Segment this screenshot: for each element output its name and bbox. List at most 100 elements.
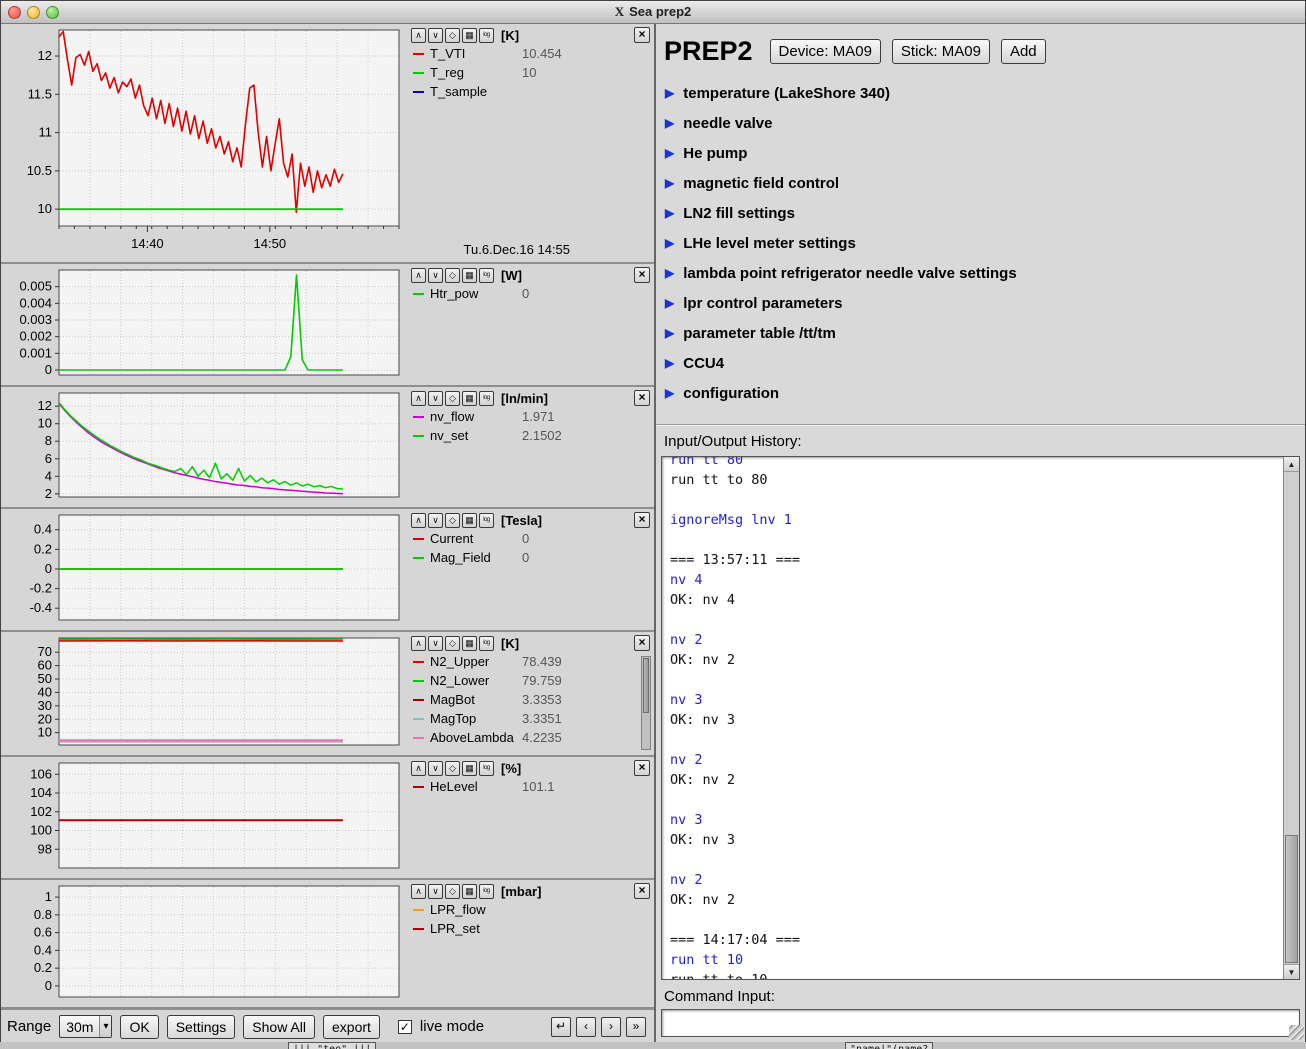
ok-button[interactable]: OK [120, 1015, 158, 1039]
legend-scrollbar-thumb[interactable] [643, 658, 649, 713]
log-scale-button[interactable]: log [479, 391, 494, 406]
pan-up-button[interactable]: ∧ [411, 513, 426, 528]
add-button[interactable]: Add [1001, 39, 1046, 64]
refresh-button[interactable]: ↵ [551, 1017, 571, 1037]
tree-item-10[interactable]: ▶configuration [665, 378, 1305, 408]
expand-arrow-icon[interactable]: ▶ [665, 146, 674, 160]
tree-item-6[interactable]: ▶lambda point refrigerator needle valve … [665, 258, 1305, 288]
expand-arrow-icon[interactable]: ▶ [665, 386, 674, 400]
expand-arrow-icon[interactable]: ▶ [665, 236, 674, 250]
zoom-button[interactable]: ▦ [462, 391, 477, 406]
autoscale-button[interactable]: ◇ [445, 513, 460, 528]
tree-item-2[interactable]: ▶He pump [665, 138, 1305, 168]
zoom-button[interactable]: ▦ [462, 28, 477, 43]
pan-down-button[interactable]: ∨ [428, 636, 443, 651]
pan-down-button[interactable]: ∨ [428, 28, 443, 43]
series-name: T_sample [430, 84, 522, 99]
pan-down-button[interactable]: ∨ [428, 761, 443, 776]
tree-item-8[interactable]: ▶parameter table /tt/tm [665, 318, 1305, 348]
zoom-button[interactable]: ▦ [462, 636, 477, 651]
live-mode-checkbox[interactable]: ✓ [398, 1020, 412, 1034]
svg-text:104: 104 [30, 785, 52, 800]
close-chart-button[interactable]: × [634, 760, 650, 776]
tree-item-1[interactable]: ▶needle valve [665, 108, 1305, 138]
pan-up-button[interactable]: ∧ [411, 28, 426, 43]
export-button[interactable]: export [323, 1015, 380, 1039]
close-chart-button[interactable]: × [634, 267, 650, 283]
scroll-down-icon[interactable]: ▼ [1284, 964, 1299, 979]
autoscale-button[interactable]: ◇ [445, 761, 460, 776]
stick-button[interactable]: Stick: MA09 [892, 39, 990, 64]
zoom-button[interactable]: ▦ [462, 268, 477, 283]
autoscale-button[interactable]: ◇ [445, 391, 460, 406]
scroll-up-icon[interactable]: ▲ [1284, 457, 1299, 472]
close-chart-button[interactable]: × [634, 635, 650, 651]
page-end-button[interactable]: » [626, 1017, 646, 1037]
pan-down-button[interactable]: ∨ [428, 268, 443, 283]
scrollbar-thumb[interactable] [1285, 835, 1298, 963]
pan-down-button[interactable]: ∨ [428, 391, 443, 406]
page-left-button[interactable]: ‹ [576, 1017, 596, 1037]
pan-up-button[interactable]: ∧ [411, 268, 426, 283]
close-chart-button[interactable]: × [634, 27, 650, 43]
series-name: AboveLambda [430, 730, 522, 745]
close-chart-button[interactable]: × [634, 390, 650, 406]
log-scale-button[interactable]: log [479, 636, 494, 651]
scrollbar-track[interactable] [1284, 472, 1299, 964]
autoscale-button[interactable]: ◇ [445, 884, 460, 899]
background-windows-strip: ||| "teo" ||| "name|"(name? [0, 1042, 1306, 1049]
pan-down-button[interactable]: ∨ [428, 513, 443, 528]
pan-up-button[interactable]: ∧ [411, 391, 426, 406]
range-dropdown[interactable]: 30m▾ [59, 1015, 112, 1038]
expand-arrow-icon[interactable]: ▶ [665, 116, 674, 130]
zoom-button[interactable]: ▦ [462, 884, 477, 899]
pan-down-button[interactable]: ∨ [428, 884, 443, 899]
console-scrollbar[interactable]: ▲ ▼ [1283, 457, 1299, 979]
autoscale-button[interactable]: ◇ [445, 268, 460, 283]
log-scale-button[interactable]: log [479, 884, 494, 899]
series-value: 3.3353 [522, 692, 562, 707]
legend-scrollbar[interactable] [641, 656, 651, 750]
expand-arrow-icon[interactable]: ▶ [665, 356, 674, 370]
chart-plot-heater-power: 0.0050.0040.0030.0020.0010 [1, 264, 403, 385]
series-name: MagTop [430, 711, 522, 726]
resize-grip[interactable] [1289, 1025, 1304, 1040]
expand-arrow-icon[interactable]: ▶ [665, 296, 674, 310]
page-right-button[interactable]: › [601, 1017, 621, 1037]
device-button[interactable]: Device: MA09 [770, 39, 881, 64]
tree-item-3[interactable]: ▶magnetic field control [665, 168, 1305, 198]
zoom-button[interactable]: ▦ [462, 513, 477, 528]
io-history-console[interactable]: run tt 80run tt to 80 ignoreMsg lnv 1 ==… [661, 456, 1300, 980]
tree-item-4[interactable]: ▶LN2 fill settings [665, 198, 1305, 228]
zoom-button[interactable]: ▦ [462, 761, 477, 776]
pan-up-button[interactable]: ∧ [411, 884, 426, 899]
expand-arrow-icon[interactable]: ▶ [665, 176, 674, 190]
expand-arrow-icon[interactable]: ▶ [665, 326, 674, 340]
log-scale-button[interactable]: log [479, 268, 494, 283]
tree-item-0[interactable]: ▶temperature (LakeShore 340) [665, 78, 1305, 108]
series-color-dash [413, 699, 424, 701]
log-scale-button[interactable]: log [479, 513, 494, 528]
expand-arrow-icon[interactable]: ▶ [665, 86, 674, 100]
close-chart-button[interactable]: × [634, 883, 650, 899]
pan-up-button[interactable]: ∧ [411, 636, 426, 651]
log-scale-button[interactable]: log [479, 28, 494, 43]
close-chart-button[interactable]: × [634, 512, 650, 528]
log-scale-button[interactable]: log [479, 761, 494, 776]
titlebar[interactable]: XSea prep2 [1, 1, 1305, 24]
autoscale-button[interactable]: ◇ [445, 28, 460, 43]
show-all-button[interactable]: Show All [243, 1015, 315, 1039]
expand-arrow-icon[interactable]: ▶ [665, 206, 674, 220]
tree-item-7[interactable]: ▶lpr control parameters [665, 288, 1305, 318]
chart-plot-magnetic-field: 0.40.20-0.2-0.4 [1, 509, 403, 630]
tree-item-5[interactable]: ▶LHe level meter settings [665, 228, 1305, 258]
pan-up-button[interactable]: ∧ [411, 761, 426, 776]
command-input[interactable] [661, 1009, 1300, 1037]
expand-arrow-icon[interactable]: ▶ [665, 266, 674, 280]
autoscale-button[interactable]: ◇ [445, 636, 460, 651]
settings-button[interactable]: Settings [167, 1015, 236, 1039]
series-color-dash [413, 538, 424, 540]
tree-item-9[interactable]: ▶CCU4 [665, 348, 1305, 378]
legend-series-N2_Upper: N2_Upper78.439 [403, 652, 654, 671]
io-section: Input/Output History: run tt 80run tt to… [656, 424, 1305, 1043]
